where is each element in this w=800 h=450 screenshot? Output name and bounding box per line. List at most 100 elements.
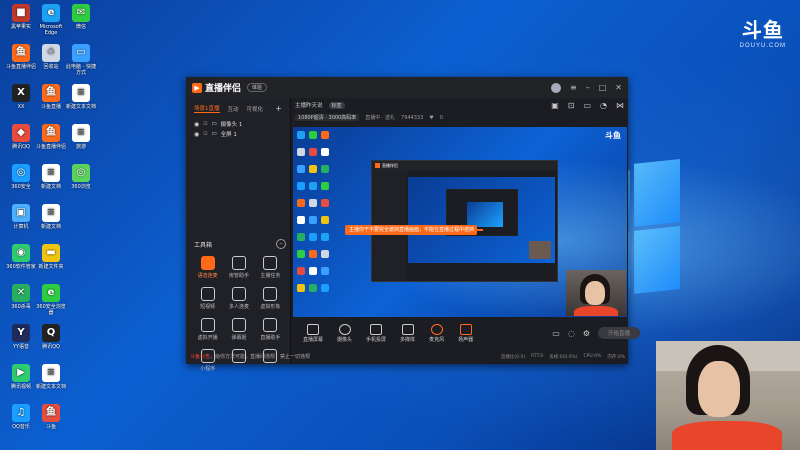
screen-share-button[interactable]: 直播屏幕 [303,323,323,343]
tool-item[interactable]: 多人连麦 [223,287,254,310]
app-titlebar[interactable]: ▶ 直播伴侣 体验 ≡ – □ ✕ [186,77,628,98]
minimize-icon[interactable]: – [586,83,590,92]
watermark-sub: DOUYU.COM [739,43,786,49]
app-name: 直播伴侣 [205,84,242,94]
tool-item[interactable]: 虚拟形象 [255,287,286,310]
microphone-button[interactable]: 麦克风 [429,323,444,343]
lock-icon[interactable]: ⊡ [203,121,207,127]
preview-mini-icon [309,131,317,139]
desktop-icon[interactable]: ≡ 新建文本文档 [64,84,98,110]
preview-mini-icon [309,216,317,224]
share-icon[interactable]: ⋈ [616,101,624,110]
desktop-icon[interactable]: ◎ 360安全 [4,164,38,190]
eye-icon[interactable]: ◉ [194,121,199,128]
screen-icon[interactable]: ▭ [583,101,591,110]
app-icon: ◆ [12,124,30,142]
desktop-icon[interactable]: ✉ 微信 [64,4,98,30]
desktop-icon[interactable]: ≡ 新建文本文档 [34,364,68,390]
maximize-icon[interactable]: □ [599,83,607,92]
media-button[interactable]: 多媒体 [400,323,415,343]
preview-mini-icon [297,284,305,292]
desktop-icon[interactable]: 鱼斗鱼直播伴侣 [4,44,38,70]
phone-cast-button[interactable]: 手机投屏 [366,323,386,343]
menu-icon[interactable]: ≡ [570,83,577,92]
tool-item[interactable]: 语音连麦 [192,256,223,279]
left-panel: 场景1直播 互动 可视化 + ◉ ⊡ ▭ 摄像头 1 ◉ ⊡ ▭ 全屏 1 工具… [186,98,310,372]
tool-icon [231,318,246,332]
start-live-button[interactable]: 开始直播 [597,327,640,339]
tool-item[interactable]: 主播任务 [255,256,286,279]
desktop-icon-label: 腾讯视频 [10,384,31,390]
toolbox-collapse-icon[interactable]: – [276,239,286,249]
scene-tabs: 场景1直播 互动 可视化 + [186,98,290,119]
desktop-icon[interactable]: 鱼斗鱼 [34,404,68,430]
desktop-icon[interactable]: Y YY语音 [4,324,38,350]
desktop-icon[interactable]: 鱼斗鱼直播伴侣 [34,124,68,150]
desktop-icon[interactable]: ▶ 腾讯视频 [4,364,38,390]
camera-button[interactable]: 摄像头 [337,323,352,343]
desktop-icon[interactable]: ✕ 360杀毒 [4,284,38,310]
lock-icon[interactable]: ⊡ [203,131,207,137]
speaker-button[interactable]: 扬声器 [458,323,473,343]
tab-visual[interactable]: 可视化 [247,105,264,113]
source-item[interactable]: ◉ ⊡ ▭ 全屏 1 [186,129,290,139]
mute-icon[interactable]: ◌ [568,329,575,338]
room-title[interactable]: 主播昨天说 [295,101,323,109]
desktop-icon-label: 360杀毒 [11,304,31,310]
quality-selector[interactable]: 1080P超清 · 3000高码率 [295,114,360,121]
preview-mini-icon [321,267,329,275]
desktop-icon-label: 360浏览 [71,184,91,190]
eye-icon[interactable]: ◉ [194,131,199,138]
bell-icon[interactable]: ◔ [600,101,607,110]
desktop-icon[interactable]: ◉ 360软件管家 [4,244,38,270]
desktop-icon[interactable]: ♲ 回收站 [34,44,68,70]
desktop-icon[interactable]: 鱼斗鱼直播 [34,84,68,110]
desktop-icon[interactable]: X XX [4,84,38,110]
add-scene-icon[interactable]: + [275,104,282,113]
desktop-icon[interactable]: ≡ 新建文档 [34,164,68,190]
preview-mini-icon [321,216,329,224]
desktop-icon[interactable]: ▣ 计算机 [4,204,38,230]
tool-item[interactable]: 直播助手 [255,318,286,341]
douyu-watermark: 斗鱼 DOUYU.COM [740,14,786,49]
desktop-icon[interactable]: ▬ 新建文件夹 [34,244,68,270]
webcam-overlay-large[interactable] [656,341,800,450]
desktop-icon[interactable]: ♫ QQ音乐 [4,404,38,430]
source-item[interactable]: ◉ ⊡ ▭ 摄像头 1 [186,119,290,129]
avatar[interactable] [551,82,562,93]
record-icon[interactable]: ▭ [552,329,560,338]
desktop-icon[interactable]: ▭ 此电脑 - 快捷方式 [64,44,98,76]
desktop-icon[interactable]: ◎ 360浏览 [64,164,98,190]
nested-preview [408,177,555,263]
preview-mini-icon [309,250,317,258]
desktop-icon[interactable]: ■ 黑苹果实 [4,4,38,30]
lock-icon[interactable]: ⊡ [568,101,575,110]
desktop-icon[interactable]: ◆ 腾讯QQ [4,124,38,150]
tool-item[interactable]: 房管助手 [223,256,254,279]
preview-mini-icon [309,165,317,173]
tab-scene[interactable]: 场景1直播 [194,104,220,113]
desktop-icon[interactable]: ≡ 新建文档 [34,204,68,230]
tab-interact[interactable]: 互动 [228,105,239,113]
nested-app-name: 直播伴侣 [382,162,398,168]
gift-icon[interactable]: ▣ [551,101,559,110]
desktop-icon[interactable]: e Microsoft Edge [34,4,68,36]
close-icon[interactable]: ✕ [615,83,622,92]
desktop-icon-label: 斗鱼直播伴侣 [35,144,66,150]
tool-item[interactable]: 弹幕姬 [223,318,254,341]
desktop-icon[interactable]: Q 腾讯QQ [34,324,68,350]
settings-icon[interactable]: ⚙ [583,329,590,338]
app-icon: X [12,84,30,102]
tool-item[interactable]: 虚拟开播 [192,318,223,341]
desktop-icon-label: QQ音乐 [12,424,30,430]
desktop-icon[interactable]: ≡ 旅游 [64,124,98,150]
preview-mini-icon [321,233,329,241]
desktop-icon[interactable]: e 360安全浏览器 [34,284,68,316]
version-badge[interactable]: 体验 [247,83,268,92]
app-icon: e [42,4,60,22]
room-tag[interactable]: 标签 [328,101,345,109]
webcam-overlay-small[interactable] [566,270,626,316]
tool-item[interactable]: 短视频 [192,287,223,310]
app-icon: ≡ [72,84,90,102]
like-count: 0 [439,114,443,121]
